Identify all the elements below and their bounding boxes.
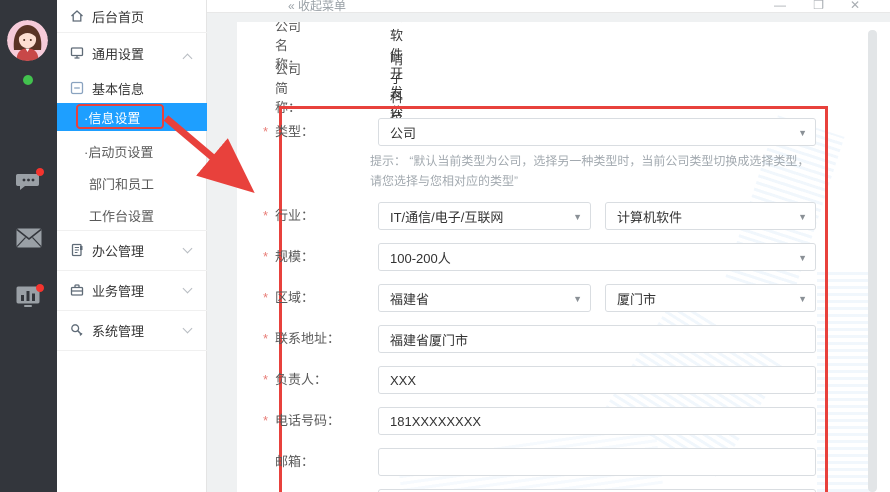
company-info-form-panel: 公司名称： 哨子科技软件开发公司 公司简称： 哨子科技 * 类型： 公司 ▼ 提… xyxy=(237,22,890,492)
menu-item-office-mgmt[interactable]: 办公管理 xyxy=(57,230,207,270)
menu-divider xyxy=(57,32,207,33)
principal-row: * 负责人： xyxy=(237,366,837,394)
dropdown-arrow-icon: ▼ xyxy=(798,128,807,138)
province-select[interactable]: 福建省 ▼ xyxy=(378,284,591,312)
selected-value: IT/通信/电子/互联网 xyxy=(390,209,504,225)
field-label: 类型： xyxy=(275,124,315,139)
industry-sub-select[interactable]: 计算机软件 ▼ xyxy=(605,202,816,230)
monitor-icon xyxy=(70,46,84,60)
field-label: 区域： xyxy=(275,290,315,305)
menu-item-departments[interactable]: 部门和员工 xyxy=(57,170,207,196)
menu-divider xyxy=(57,350,207,351)
dropdown-arrow-icon: ▼ xyxy=(573,212,582,222)
dropdown-arrow-icon: ▼ xyxy=(798,212,807,222)
minimize-button[interactable]: — xyxy=(774,0,786,12)
vertical-scrollbar[interactable] xyxy=(868,30,877,492)
notebook-icon xyxy=(70,243,84,257)
city-select[interactable]: 厦门市 ▼ xyxy=(605,284,816,312)
menu-item-label: 部门和员工 xyxy=(89,176,155,192)
field-label: 行业： xyxy=(275,208,315,223)
menu-item-label: ·启动页设置 xyxy=(84,144,154,160)
menu-item-info-settings-active[interactable]: ·信息设置 xyxy=(57,103,207,131)
selected-value: 计算机软件 xyxy=(617,209,683,225)
dropdown-arrow-icon: ▼ xyxy=(798,253,807,263)
required-asterisk: * xyxy=(263,413,269,428)
email-input[interactable] xyxy=(378,448,816,476)
required-asterisk: * xyxy=(263,290,269,305)
field-label: 电话号码： xyxy=(275,413,341,428)
type-hint-text: 提示： “默认当前类型为公司，选择另一种类型时，当前公司类型切换成选择类型，请您… xyxy=(370,154,810,188)
field-label: 负责人： xyxy=(275,372,328,387)
region-row: * 区域： 福建省 ▼ 厦门市 ▼ xyxy=(237,284,837,312)
collapse-minus-icon xyxy=(70,81,84,95)
menu-item-label: 办公管理 xyxy=(92,243,145,259)
industry-row: * 行业： IT/通信/电子/互联网 ▼ 计算机软件 ▼ xyxy=(237,202,837,230)
menu-item-label: 后台首页 xyxy=(92,9,145,25)
phone-input[interactable] xyxy=(378,407,816,435)
required-asterisk: * xyxy=(263,124,269,139)
maximize-button[interactable]: ❐ xyxy=(813,0,824,12)
menu-item-label: 工作台设置 xyxy=(89,208,155,224)
close-button[interactable]: ✕ xyxy=(850,0,860,12)
menu-item-label: 业务管理 xyxy=(92,283,145,299)
email-row: 邮箱： xyxy=(237,448,837,476)
avatar-girl-icon xyxy=(7,20,48,61)
menu-item-label: 通用设置 xyxy=(92,46,145,62)
menu-item-label: 系统管理 xyxy=(92,323,145,339)
wrench-icon xyxy=(70,323,84,337)
menu-item-workbench[interactable]: 工作台设置 xyxy=(57,202,207,228)
phone-row: * 电话号码： xyxy=(237,407,837,435)
mail-icon[interactable] xyxy=(16,228,42,248)
required-asterisk: * xyxy=(263,208,269,223)
online-status-dot xyxy=(23,75,33,85)
address-row: * 联系地址： xyxy=(237,325,837,353)
chat-badge xyxy=(36,168,44,176)
scale-select[interactable]: 100-200人 ▼ xyxy=(378,243,816,271)
menu-item-business-mgmt[interactable]: 业务管理 xyxy=(57,270,207,310)
menu-item-label: 基本信息 xyxy=(92,81,145,97)
selected-value: 100-200人 xyxy=(390,250,451,266)
dropdown-arrow-icon: ▼ xyxy=(573,294,582,304)
required-asterisk: * xyxy=(263,249,269,264)
sidebar-menu: 后台首页 通用设置 基本信息 ·信息设置 ·启动页设置 部门和员工 工作台设置 … xyxy=(57,0,207,492)
menu-item-basic-info[interactable]: 基本信息 xyxy=(57,76,207,100)
principal-input[interactable] xyxy=(378,366,816,394)
menu-item-system-mgmt[interactable]: 系统管理 xyxy=(57,310,207,350)
address-input[interactable] xyxy=(378,325,816,353)
content-topbar: « 收起菜单 — ❐ ✕ xyxy=(207,0,890,13)
home-icon xyxy=(70,9,84,23)
field-label: 公司简称： xyxy=(275,61,302,115)
chevron-down-icon xyxy=(182,323,193,334)
required-asterisk: * xyxy=(263,372,269,387)
field-label: 规模： xyxy=(275,249,315,264)
icon-rail xyxy=(0,0,57,492)
menu-item-general-settings[interactable]: 通用设置 xyxy=(57,34,207,72)
type-row: * 类型： 公司 ▼ xyxy=(237,118,837,146)
briefcase-icon xyxy=(70,283,84,297)
stats-badge xyxy=(36,284,44,292)
dropdown-arrow-icon: ▼ xyxy=(798,294,807,304)
field-label: 联系地址： xyxy=(275,331,341,346)
chevron-down-icon xyxy=(182,283,193,294)
scale-row: * 规模： 100-200人 ▼ xyxy=(237,243,837,271)
menu-item-splash-settings[interactable]: ·启动页设置 xyxy=(57,138,207,164)
menu-item-home[interactable]: 后台首页 xyxy=(57,0,207,32)
required-asterisk: * xyxy=(263,331,269,346)
chevron-down-icon xyxy=(182,243,193,254)
industry-category-select[interactable]: IT/通信/电子/互联网 ▼ xyxy=(378,202,591,230)
selected-value: 厦门市 xyxy=(617,291,657,307)
field-value: 哨子科技 xyxy=(390,52,404,124)
field-label: 邮箱： xyxy=(275,454,315,469)
annotation-red-outline xyxy=(76,104,164,129)
selected-value: 公司 xyxy=(390,125,417,141)
chevron-up-icon xyxy=(182,53,193,64)
collapse-menu-button[interactable]: « 收起菜单 xyxy=(288,0,346,13)
type-select[interactable]: 公司 ▼ xyxy=(378,118,816,146)
selected-value: 福建省 xyxy=(390,291,430,307)
avatar[interactable] xyxy=(7,20,48,61)
